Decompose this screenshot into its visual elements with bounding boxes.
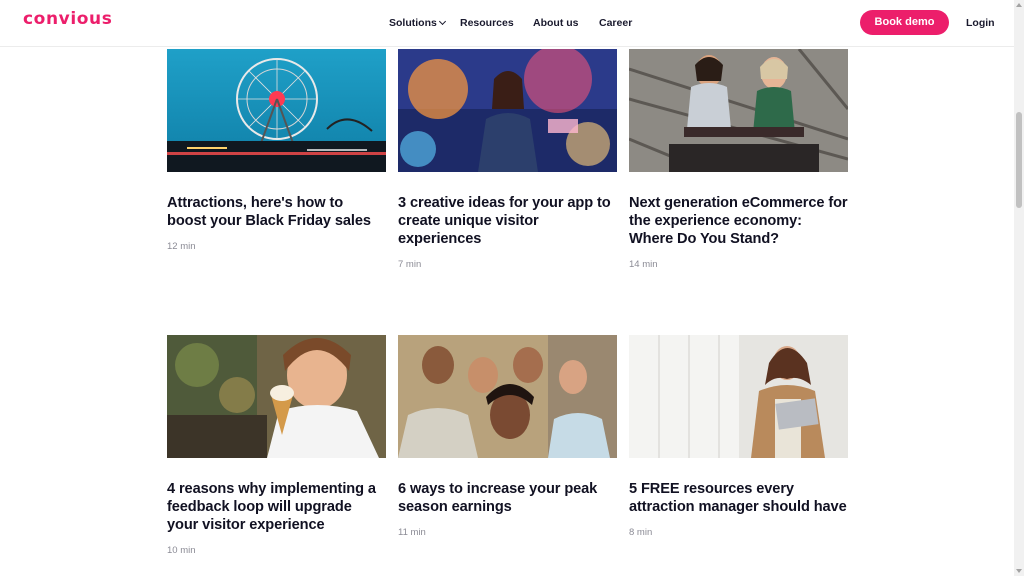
article-card[interactable]: 5 FREE resources every attraction manage… bbox=[629, 335, 848, 538]
article-card[interactable]: Attractions, here's how to boost your Bl… bbox=[167, 49, 386, 252]
woman-carnival-ride-photo[interactable] bbox=[398, 49, 617, 172]
book-demo-button[interactable]: Book demo bbox=[860, 10, 949, 35]
article-title[interactable]: Attractions, here's how to boost your Bl… bbox=[167, 194, 386, 230]
article-title[interactable]: 6 ways to increase your peak season earn… bbox=[398, 480, 617, 516]
article-title[interactable]: 5 FREE resources every attraction manage… bbox=[629, 480, 848, 516]
nav-resources[interactable]: Resources bbox=[460, 17, 514, 29]
article-title[interactable]: 3 creative ideas for your app to create … bbox=[398, 194, 617, 248]
read-time: 11 min bbox=[398, 527, 426, 538]
read-time: 7 min bbox=[398, 259, 422, 270]
scrollbar-thumb[interactable] bbox=[1016, 112, 1022, 208]
read-time: 12 min bbox=[167, 241, 196, 252]
nav-about-us[interactable]: About us bbox=[533, 17, 579, 29]
article-card[interactable]: 4 reasons why implementing a feedback lo… bbox=[167, 335, 386, 556]
scroll-down-arrow-icon[interactable] bbox=[1016, 569, 1022, 573]
nav-solutions[interactable]: Solutions bbox=[389, 17, 446, 29]
nav-career[interactable]: Career bbox=[599, 17, 632, 29]
article-card[interactable]: 3 creative ideas for your app to create … bbox=[398, 49, 617, 270]
article-card[interactable]: 6 ways to increase your peak season earn… bbox=[398, 335, 617, 538]
read-time: 10 min bbox=[167, 545, 196, 556]
convious-logo[interactable]: convious bbox=[23, 9, 112, 29]
read-time: 14 min bbox=[629, 259, 658, 270]
girl-ice-cream-photo[interactable] bbox=[167, 335, 386, 458]
roller-coaster-riders-photo[interactable] bbox=[629, 49, 848, 172]
read-time: 8 min bbox=[629, 527, 653, 538]
article-card[interactable]: Next generation eCommerce for the experi… bbox=[629, 49, 848, 270]
article-title[interactable]: Next generation eCommerce for the experi… bbox=[629, 194, 848, 248]
page-scrollbar[interactable] bbox=[1014, 0, 1024, 576]
site-header: convious Solutions Resources About us Ca… bbox=[0, 0, 1014, 47]
article-title[interactable]: 4 reasons why implementing a feedback lo… bbox=[167, 480, 386, 534]
scroll-up-arrow-icon[interactable] bbox=[1016, 3, 1022, 7]
chevron-down-icon bbox=[438, 17, 446, 26]
login-link[interactable]: Login bbox=[966, 17, 995, 29]
nav-solutions-label: Solutions bbox=[389, 17, 437, 29]
group-selfie-photo[interactable] bbox=[398, 335, 617, 458]
woman-laptop-photo[interactable] bbox=[629, 335, 848, 458]
ferris-wheel-night-photo[interactable] bbox=[167, 49, 386, 172]
